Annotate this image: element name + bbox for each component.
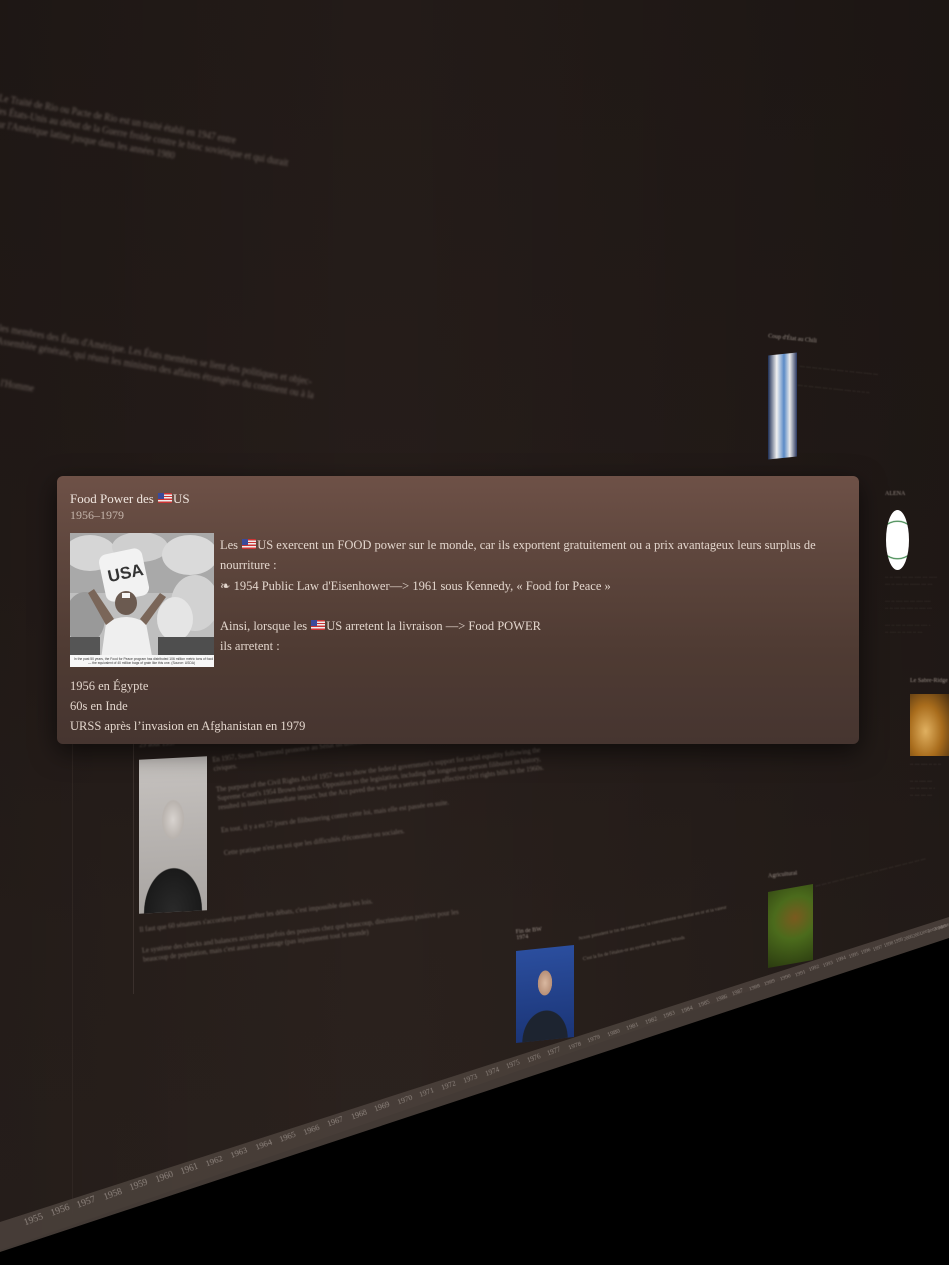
popover-image-food-aid[interactable]: USA In the past 50 years, the Food for P…: [70, 533, 214, 667]
timeline-stage: Le Traité de Rio ou Pacte de Rio est un …: [0, 0, 949, 1265]
popover-body: Les US exercent un FOOD power sur le mon…: [220, 538, 816, 654]
event-title-gavel[interactable]: Le Sabre-Ridge: [910, 678, 948, 684]
food-aid-photo: USA In the past 50 years, the Food for P…: [70, 533, 214, 667]
event-image-alena[interactable]: [886, 510, 909, 570]
list-item: 1956 en Égypte: [70, 679, 149, 693]
event-image-thurmond[interactable]: [139, 756, 207, 914]
event-image-chile[interactable]: [768, 352, 797, 460]
event-image-nixon[interactable]: [516, 944, 574, 1044]
event-image-gavel[interactable]: [910, 694, 949, 756]
list-item: URSS après l’invasion en Afghanistan en …: [70, 719, 306, 734]
list-item: 60s en Inde: [70, 699, 128, 714]
svg-text:— the equivalent of 40 million: — the equivalent of 40 million bags of g…: [88, 661, 195, 665]
event-text-alena: ·· ·· ···· ··· ··· ···· ··· ····· ··· ··…: [885, 576, 938, 636]
event-text-gavel: ·· ··· ···· ·· ·· ·· ·· ·· ···· ··· ··· …: [910, 763, 942, 799]
us-flag-icon: [242, 539, 257, 549]
event-popover[interactable]: Food Power des US 1956–1979 USA In the p…: [57, 476, 859, 744]
event-image-agricultural[interactable]: [768, 884, 813, 968]
event-title-alena[interactable]: ALENA: [885, 491, 905, 497]
us-flag-icon: [311, 620, 326, 631]
us-flag-icon: [158, 493, 173, 503]
popover-title: Food Power des US: [70, 491, 190, 506]
popover-list: 1956 en Égypte 60s en Inde URSS après l’…: [70, 676, 305, 737]
popover-dates: 1956–1979: [70, 508, 124, 522]
